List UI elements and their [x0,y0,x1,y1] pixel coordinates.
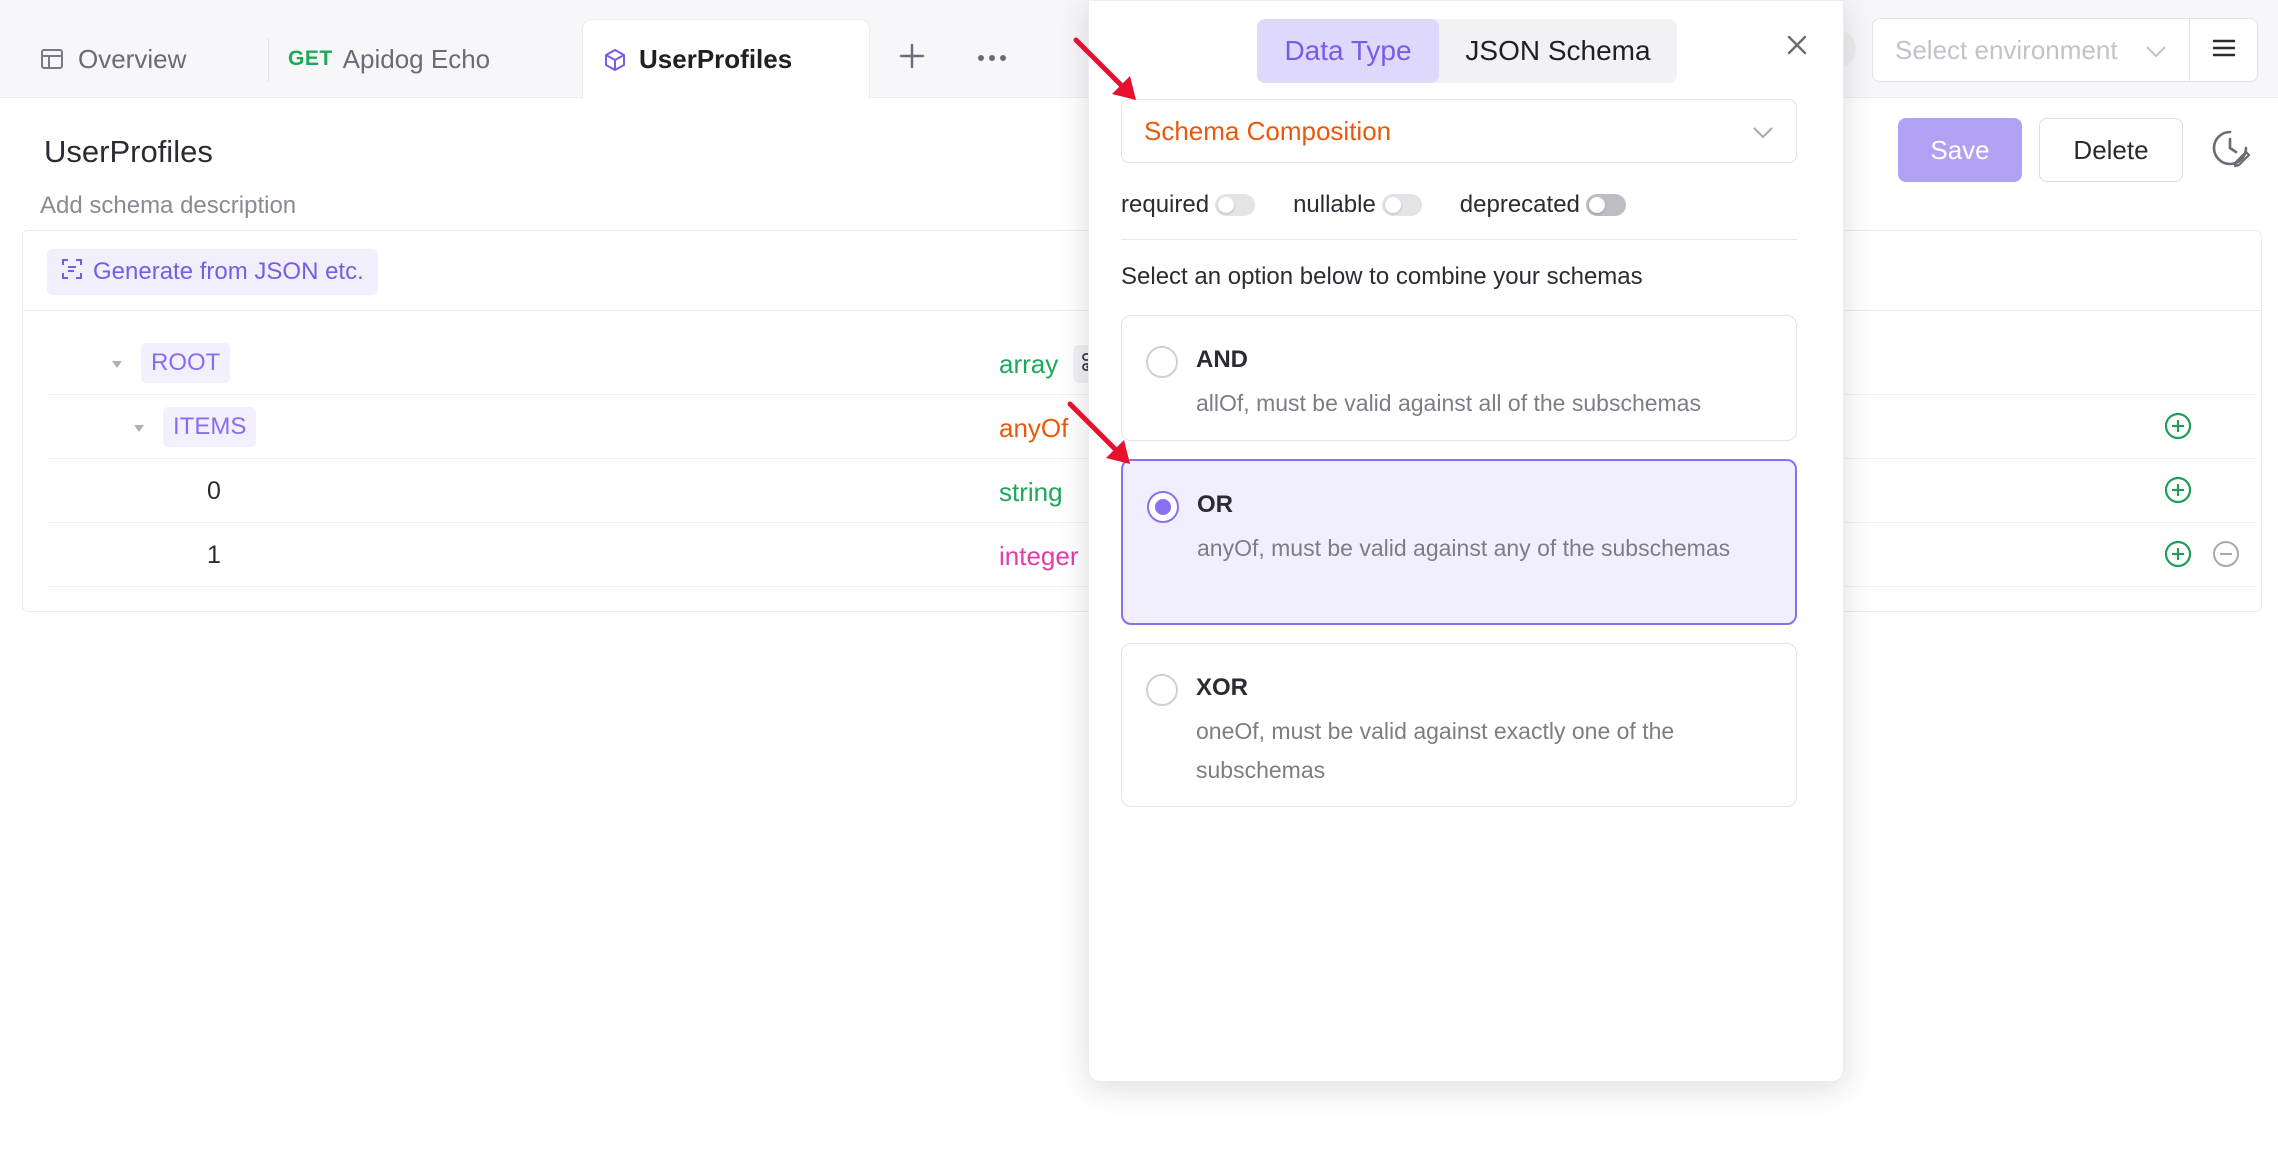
combine-instructions: Select an option below to combine your s… [1121,263,1643,290]
add-circle-icon[interactable] [2163,539,2193,574]
close-icon [1786,34,1808,61]
menu-icon [2211,38,2237,63]
tab-overview-label: Overview [78,43,187,74]
popover-tabs: Data Type JSON Schema [1257,19,1677,83]
annotation-arrow-icon [1067,401,1130,464]
environment-select[interactable]: Select environment [1872,18,2190,82]
remove-circle-icon[interactable] [2211,539,2241,574]
radio-and[interactable] [1146,346,1178,378]
deprecated-label: deprecated [1459,191,1580,218]
required-switch[interactable] [1215,194,1256,216]
field-flags: required nullable deprecated [1121,185,1664,225]
schema-description-input[interactable]: Add schema description [40,192,296,220]
history-button[interactable] [2208,128,2252,172]
page-title[interactable]: UserProfiles [44,134,213,170]
chevron-down-icon [1752,116,1774,147]
deprecated-switch[interactable] [1585,194,1626,216]
required-label: required [1121,191,1210,218]
main-menu-button[interactable] [2190,18,2258,82]
add-circle-icon[interactable] [2163,411,2193,446]
field-name[interactable]: 0 [207,477,221,506]
option-description: oneOf, must be valid against exactly one… [1196,718,1675,783]
more-icon [977,49,1007,67]
required-toggle[interactable]: required [1121,191,1256,219]
field-name-tag[interactable]: ROOT [141,343,231,383]
deprecated-toggle[interactable]: deprecated [1460,191,1626,219]
generate-label: Generate from JSON etc. [93,258,364,285]
option-description: allOf, must be valid against all of the … [1196,390,1701,416]
add-circle-icon[interactable] [2163,475,2193,510]
plus-icon [899,43,925,74]
nullable-switch[interactable] [1381,194,1422,216]
cube-icon [603,48,627,72]
option-and[interactable]: AND allOf, must be valid against all of … [1121,315,1797,441]
tab-overview[interactable]: Overview [40,20,270,98]
tab-apidog-echo[interactable]: GET Apidog Echo [288,20,578,98]
field-type[interactable]: anyOf [999,413,1068,444]
tab-echo-label: Apidog Echo [342,43,491,74]
generate-from-json-button[interactable]: Generate from JSON etc. [47,249,378,295]
field-name-tag[interactable]: ITEMS [163,407,257,447]
option-description: anyOf, must be valid against any of the … [1197,535,1731,561]
data-type-select[interactable]: Schema Composition [1121,99,1797,163]
nullable-label: nullable [1293,191,1376,218]
chevron-down-icon [2145,35,2167,66]
data-type-popover: Data Type JSON Schema Schema Composition… [1088,0,1844,1082]
nullable-toggle[interactable]: nullable [1293,191,1422,219]
http-method-badge: GET [288,47,333,70]
option-xor[interactable]: XOR oneOf, must be valid against exactly… [1121,643,1797,807]
tab-divider [268,38,269,82]
scan-icon [61,258,83,287]
tab-userprofiles-label: UserProfiles [639,44,793,74]
tab-data-type[interactable]: Data Type [1257,19,1439,83]
delete-button[interactable]: Delete [2039,118,2183,182]
layout-icon [40,47,64,71]
caret-down-icon[interactable] [111,357,123,375]
more-tabs-button[interactable] [970,36,1014,80]
option-or[interactable]: OR anyOf, must be valid against any of t… [1121,459,1797,625]
divider [1121,239,1797,240]
caret-down-icon[interactable] [133,421,145,439]
radio-xor[interactable] [1146,674,1178,706]
radio-or[interactable] [1147,491,1179,523]
environment-select-value: Select environment [1895,34,2118,65]
annotation-arrow-icon [1073,37,1136,100]
field-type[interactable]: string [999,477,1063,508]
option-title: OR [1197,491,1233,518]
field-name[interactable]: 1 [207,541,221,570]
option-title: XOR [1196,674,1249,701]
tab-userprofiles[interactable]: UserProfiles [582,19,870,99]
data-type-select-value: Schema Composition [1144,115,1392,146]
save-button[interactable]: Save [1898,118,2022,182]
new-tab-button[interactable] [890,36,934,80]
tab-json-schema[interactable]: JSON Schema [1439,19,1677,83]
field-type[interactable]: array [999,349,1058,380]
close-button[interactable] [1779,29,1815,65]
option-title: AND [1196,346,1248,373]
field-type[interactable]: integer [999,541,1079,572]
history-icon [2210,128,2251,173]
